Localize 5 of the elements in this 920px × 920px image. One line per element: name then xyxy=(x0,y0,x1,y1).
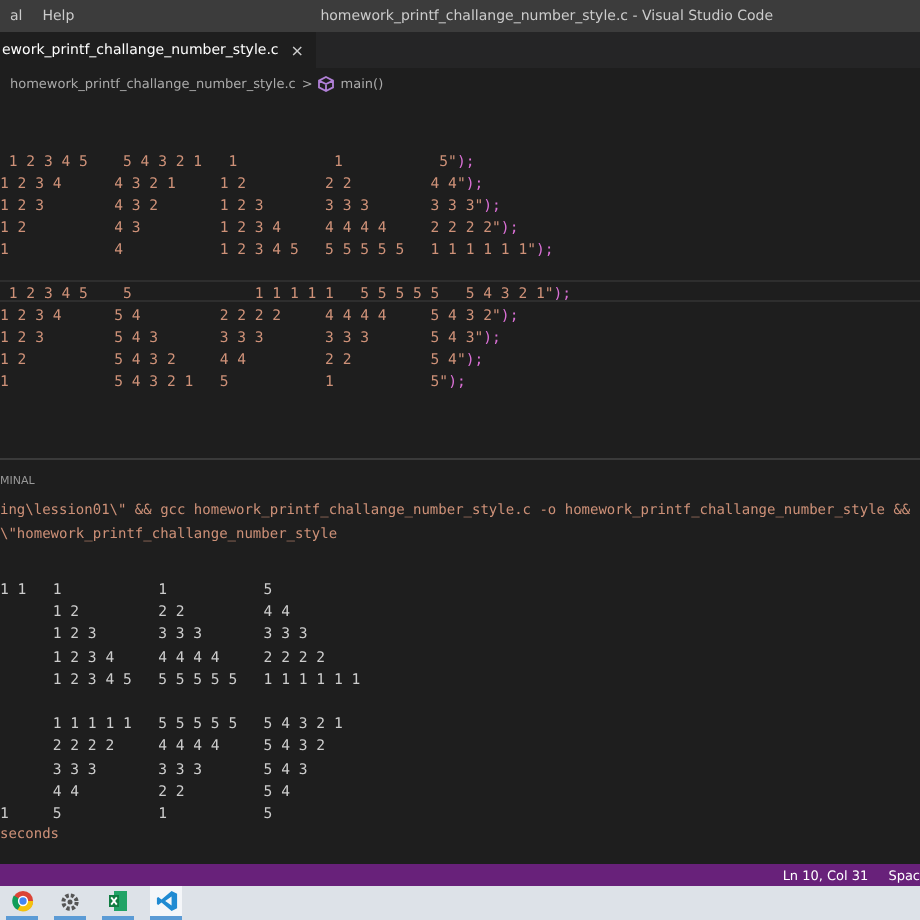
close-icon[interactable]: × xyxy=(290,41,304,59)
ring-app-icon[interactable] xyxy=(6,886,38,920)
spreadsheet-icon[interactable] xyxy=(102,886,134,920)
code-editor-icon[interactable] xyxy=(150,886,182,920)
cube-icon xyxy=(318,76,335,92)
